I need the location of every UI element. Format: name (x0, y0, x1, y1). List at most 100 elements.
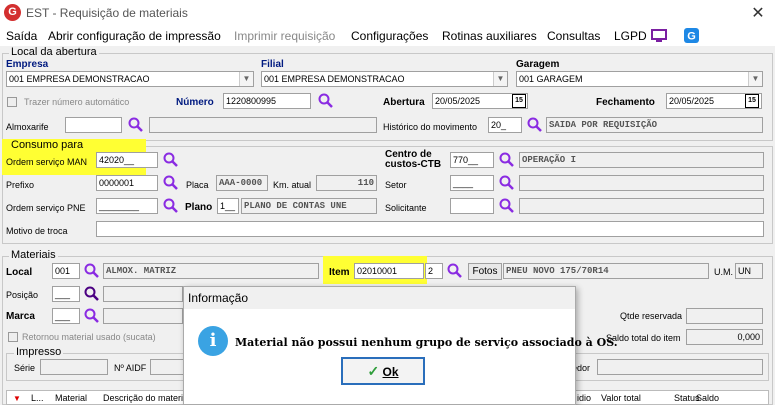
col-header-descricao[interactable]: Descrição do material (103, 393, 190, 403)
auto-number-label: Trazer número automático (24, 97, 130, 107)
col-header-saldo[interactable]: Saldo (696, 393, 719, 403)
search-icon[interactable] (318, 93, 334, 109)
menu-configuracoes[interactable]: Configurações (351, 29, 428, 43)
info-dialog: Informação i Material não possui nenhum … (183, 286, 618, 405)
qtde-reservada-label: Qtde reservada (620, 311, 683, 321)
col-header-unitario[interactable]: idio (577, 393, 591, 403)
item-label: Item (329, 267, 350, 278)
search-icon[interactable] (163, 198, 179, 214)
calendar-icon[interactable]: 15 (745, 94, 759, 108)
col-header-valor-total[interactable]: Valor total (601, 393, 641, 403)
menu-imprimir-requisicao: Imprimir requisição (234, 29, 336, 43)
garagem-combo[interactable]: 001 GARAGEM ▼ (516, 71, 763, 87)
search-icon[interactable] (163, 152, 179, 168)
menu-rotinas-auxiliares[interactable]: Rotinas auxiliares (442, 29, 537, 43)
os-man-label: Ordem serviço MAN (6, 157, 88, 167)
empresa-combo[interactable]: 001 EMPRESA DEMONSTRACAO ▼ (6, 71, 254, 87)
filial-label: Filial (261, 59, 284, 70)
search-icon[interactable] (499, 152, 515, 168)
search-icon[interactable] (128, 117, 144, 133)
help-app-icon[interactable]: G (684, 28, 699, 43)
local-desc: ALMOX. MATRIZ (103, 263, 319, 279)
search-icon[interactable] (84, 286, 100, 302)
dialog-title: Informação (188, 291, 249, 305)
km-value: 110 (316, 175, 377, 191)
solicitante-desc (519, 198, 764, 214)
item-input[interactable]: 02010001 (354, 263, 424, 279)
solicitante-input[interactable] (450, 198, 494, 214)
chevron-down-icon: ▼ (493, 72, 507, 86)
item-digit: 2 (425, 263, 443, 279)
empresa-label: Empresa (6, 59, 49, 70)
col-header-l[interactable]: L... (31, 393, 44, 403)
local-code-input[interactable]: 001 (52, 263, 80, 279)
check-icon: ✓ (367, 363, 380, 379)
historico-label: Histórico do movimento (383, 122, 478, 132)
menu-lgpd[interactable]: LGPD (614, 29, 647, 43)
placa-value: AAA-0000 (216, 175, 268, 191)
os-pne-input[interactable]: ________ (96, 198, 158, 214)
fotos-button[interactable]: Fotos (468, 263, 502, 280)
search-icon[interactable] (84, 263, 100, 279)
search-icon[interactable] (499, 175, 515, 191)
os-man-input[interactable]: 42020__ (96, 152, 158, 168)
sort-down-icon[interactable]: ▼ (13, 394, 21, 403)
prefixo-label: Prefixo (6, 180, 35, 190)
ok-button[interactable]: ✓ Ok (341, 357, 425, 385)
filial-combo[interactable]: 001 EMPRESA DEMONSTRACAO ▼ (261, 71, 508, 87)
retornou-checkbox[interactable] (8, 332, 18, 342)
monitor-icon[interactable] (651, 29, 667, 43)
dialog-title-bar: Informação (184, 287, 575, 309)
centro-custos-label: Centro de custos-CTB (385, 149, 442, 170)
empresa-value: 001 EMPRESA DEMONSTRACAO (9, 74, 150, 84)
historico-code-input[interactable]: 20_ (488, 117, 522, 133)
numero-input[interactable]: 1220800995 (223, 93, 311, 109)
search-icon[interactable] (447, 263, 463, 279)
local-abertura-legend: Local da abertura (9, 46, 99, 58)
search-icon[interactable] (163, 175, 179, 191)
fechamento-label: Fechamento (596, 97, 655, 108)
almoxarife-label: Almoxarife (6, 122, 49, 132)
garagem-value: 001 GARAGEM (519, 74, 583, 84)
solicitante-label: Solicitante (385, 203, 427, 213)
calendar-icon[interactable]: 15 (512, 94, 526, 108)
search-icon[interactable] (84, 308, 100, 324)
col-header-material[interactable]: Material (55, 393, 87, 403)
fornecedor-input (597, 359, 763, 375)
qtde-reservada-value (686, 308, 763, 324)
setor-desc (519, 175, 764, 191)
materiais-legend: Materiais (9, 249, 58, 261)
garagem-label: Garagem (516, 59, 560, 70)
saldo-total-value: 0,000 (686, 329, 763, 345)
ok-label: Ok (382, 365, 399, 379)
chevron-down-icon: ▼ (748, 72, 762, 86)
serie-input (40, 359, 108, 375)
retornou-label: Retornou material usado (sucata) (22, 332, 156, 342)
svg-text:G: G (687, 31, 696, 43)
centro-code-input[interactable]: 770__ (450, 152, 494, 168)
plano-code-input[interactable]: 1__ (217, 198, 239, 214)
posicao-input[interactable]: ___ (52, 286, 80, 302)
auto-number-checkbox[interactable] (7, 97, 17, 107)
almoxarife-input[interactable] (65, 117, 122, 133)
abertura-label: Abertura (383, 97, 425, 108)
setor-input[interactable]: ____ (450, 175, 494, 191)
almoxarife-desc (149, 117, 377, 133)
setor-label: Setor (385, 180, 407, 190)
centro-desc: OPERAÇÃO I (519, 152, 764, 168)
aidf-input (150, 359, 184, 375)
serie-label: Série (14, 363, 36, 373)
aidf-label: Nº AIDF (114, 363, 147, 373)
prefixo-input[interactable]: 0000001 (96, 175, 158, 191)
menu-saida[interactable]: Saída (6, 29, 37, 43)
motivo-label: Motivo de troca (6, 226, 68, 236)
search-icon[interactable] (499, 198, 515, 214)
close-icon[interactable]: ✕ (748, 3, 768, 23)
marca-input[interactable]: ___ (52, 308, 80, 324)
motivo-input[interactable] (96, 221, 764, 237)
chevron-down-icon: ▼ (239, 72, 253, 86)
search-icon[interactable] (527, 117, 543, 133)
menu-abrir-config-impressao[interactable]: Abrir configuração de impressão (48, 29, 221, 43)
menu-consultas[interactable]: Consultas (547, 29, 600, 43)
app-logo-icon: G (4, 4, 21, 21)
